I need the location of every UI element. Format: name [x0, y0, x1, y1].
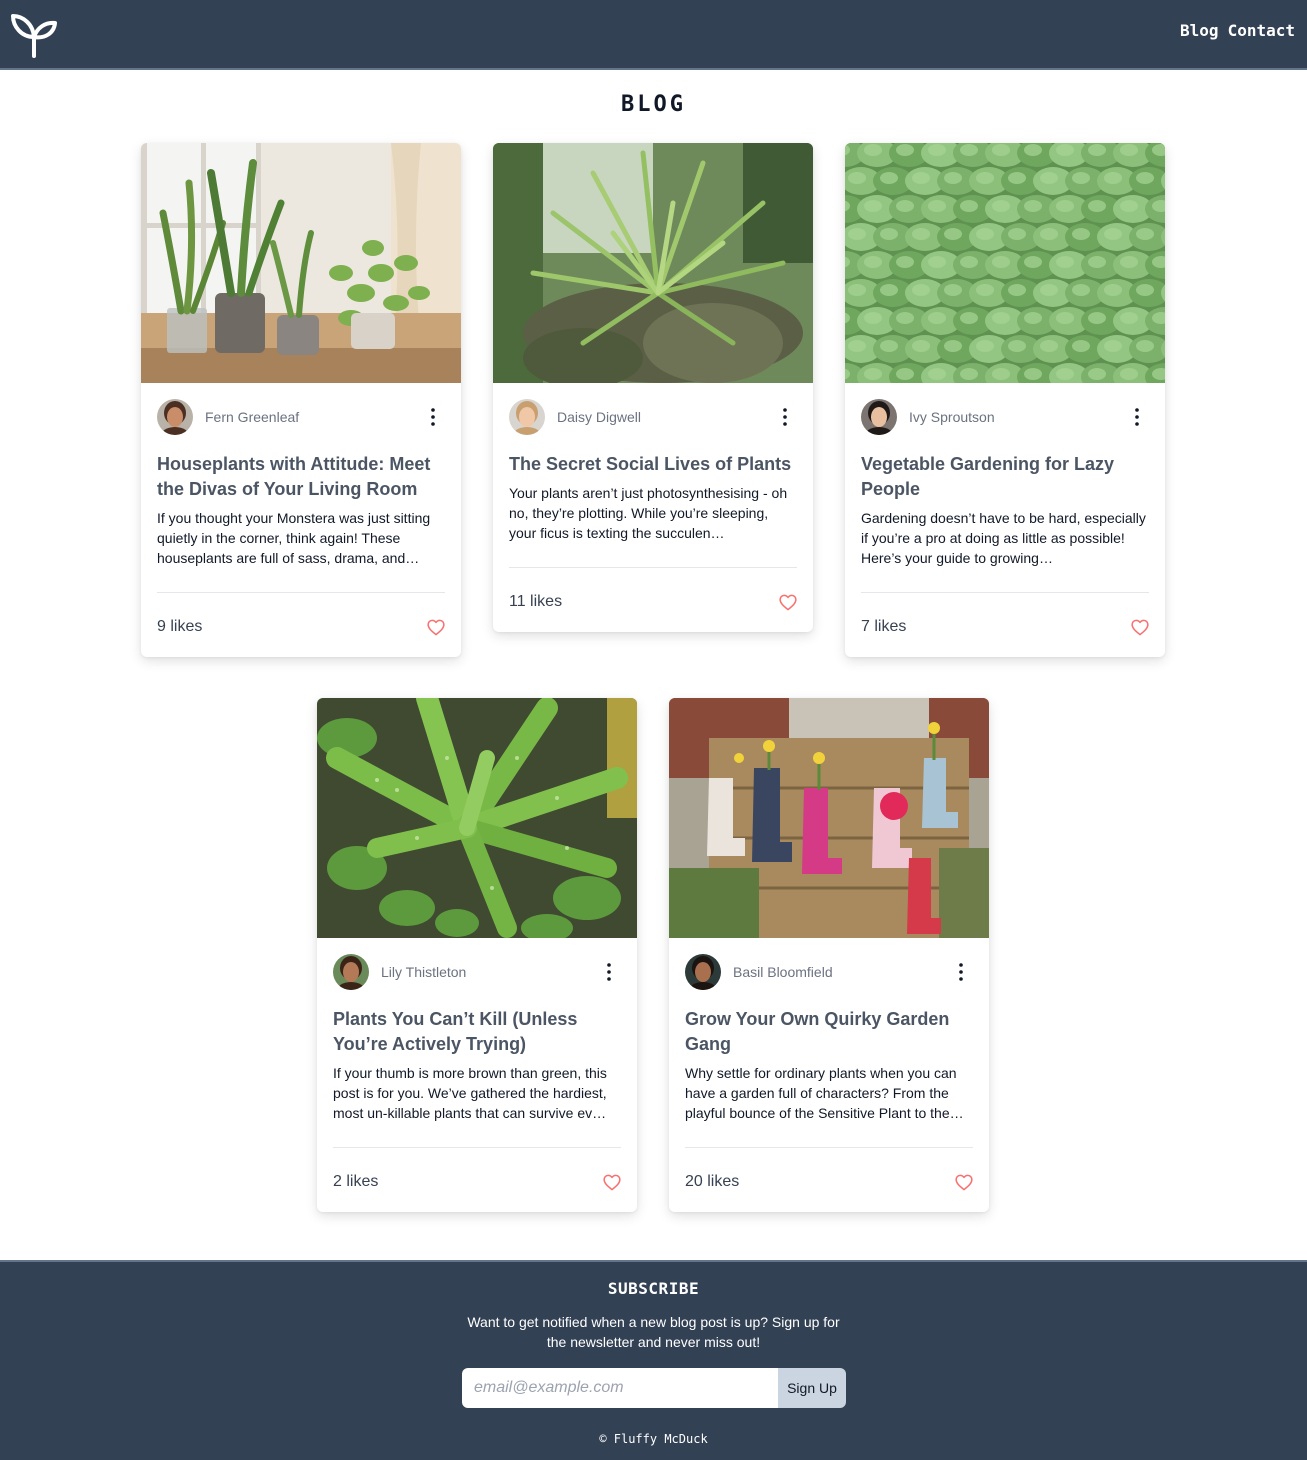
post-title[interactable]: Plants You Can’t Kill (Unless You’re Act…: [333, 1007, 621, 1057]
site-footer: SUBSCRIBE Want to get notified when a ne…: [0, 1260, 1307, 1460]
author-name: Ivy Sproutson: [909, 409, 995, 425]
blog-post-card[interactable]: Fern Greenleaf Houseplants with Attitude…: [141, 143, 461, 657]
blog-post-card[interactable]: Daisy Digwell The Secret Social Lives of…: [493, 143, 813, 632]
post-image[interactable]: [317, 698, 637, 942]
heart-icon[interactable]: [603, 1174, 621, 1191]
post-excerpt: Gardening doesn’t have to be hard, espec…: [861, 510, 1146, 566]
avatar: [157, 399, 193, 435]
avatar: [509, 399, 545, 435]
more-options-icon[interactable]: [953, 962, 969, 982]
post-excerpt: Why settle for ordinary plants when you …: [685, 1065, 964, 1121]
likes-count: 11 likes: [509, 593, 563, 610]
likes-count: 20 likes: [685, 1173, 740, 1190]
card-footer: 20 likes: [685, 1148, 973, 1212]
card-body: Daisy Digwell The Secret Social Lives of…: [493, 383, 813, 632]
avatar: [333, 954, 369, 990]
author-name: Lily Thistleton: [381, 964, 467, 980]
likes-count: 7 likes: [861, 618, 907, 635]
sprout-icon[interactable]: [10, 12, 58, 58]
post-excerpt: If you thought your Monstera was just si…: [157, 510, 431, 566]
page-title: BLOG: [621, 92, 686, 117]
author-name: Fern Greenleaf: [205, 409, 300, 425]
author-row: Ivy Sproutson: [861, 399, 1149, 435]
more-options-icon[interactable]: [777, 407, 793, 427]
heart-icon[interactable]: [427, 619, 445, 636]
author-row: Lily Thistleton: [333, 954, 621, 990]
blog-post-card[interactable]: Lily Thistleton Plants You Can’t Kill (U…: [317, 698, 637, 1212]
subscribe-title: SUBSCRIBE: [607, 1279, 700, 1298]
card-footer: 11 likes: [509, 568, 797, 632]
card-footer: 9 likes: [157, 593, 445, 657]
avatar: [685, 954, 721, 990]
author-name: Daisy Digwell: [557, 409, 642, 425]
more-options-icon[interactable]: [425, 407, 441, 427]
heart-icon[interactable]: [779, 594, 797, 611]
card-body: Fern Greenleaf Houseplants with Attitude…: [141, 383, 461, 657]
subscribe-form: Sign Up: [462, 1368, 846, 1408]
card-body: Basil Bloomfield Grow Your Own Quirky Ga…: [669, 938, 989, 1212]
post-image[interactable]: [141, 143, 461, 383]
nav-blog-link[interactable]: Blog: [1180, 20, 1219, 42]
avatar: [861, 399, 897, 435]
author-row: Basil Bloomfield: [685, 954, 973, 990]
post-image[interactable]: [845, 143, 1165, 391]
main-nav: Blog Contact: [1180, 20, 1295, 42]
card-body: Lily Thistleton Plants You Can’t Kill (U…: [317, 938, 637, 1212]
post-image[interactable]: [669, 698, 989, 938]
post-excerpt: If your thumb is more brown than green, …: [333, 1065, 607, 1121]
site-header: Blog Contact: [0, 0, 1307, 70]
blog-post-card[interactable]: Basil Bloomfield Grow Your Own Quirky Ga…: [669, 698, 989, 1212]
nav-contact-link[interactable]: Contact: [1228, 20, 1295, 42]
blog-post-card[interactable]: Ivy Sproutson Vegetable Gardening for La…: [845, 143, 1165, 657]
copyright: © Fluffy McDuck: [599, 1432, 708, 1446]
likes-count: 9 likes: [157, 618, 203, 635]
card-footer: 2 likes: [333, 1148, 621, 1212]
heart-icon[interactable]: [1131, 619, 1149, 636]
post-title[interactable]: Vegetable Gardening for Lazy People: [861, 452, 1149, 502]
post-image[interactable]: [493, 143, 813, 388]
more-options-icon[interactable]: [601, 962, 617, 982]
email-input[interactable]: [462, 1368, 778, 1408]
heart-icon[interactable]: [955, 1174, 973, 1191]
more-options-icon[interactable]: [1129, 407, 1145, 427]
post-title[interactable]: Grow Your Own Quirky Garden Gang: [685, 1007, 973, 1057]
likes-count: 2 likes: [333, 1173, 379, 1190]
card-body: Ivy Sproutson Vegetable Gardening for La…: [845, 383, 1165, 657]
post-title[interactable]: The Secret Social Lives of Plants: [509, 452, 797, 477]
author-name: Basil Bloomfield: [733, 964, 833, 980]
post-title[interactable]: Houseplants with Attitude: Meet the Diva…: [157, 452, 445, 502]
post-excerpt: Your plants aren’t just photosynthesisin…: [509, 485, 788, 541]
subscribe-text: Want to get notified when a new blog pos…: [467, 1314, 840, 1350]
sign-up-button[interactable]: Sign Up: [778, 1368, 846, 1408]
author-row: Daisy Digwell: [509, 399, 797, 435]
card-footer: 7 likes: [861, 593, 1149, 657]
author-row: Fern Greenleaf: [157, 399, 445, 435]
